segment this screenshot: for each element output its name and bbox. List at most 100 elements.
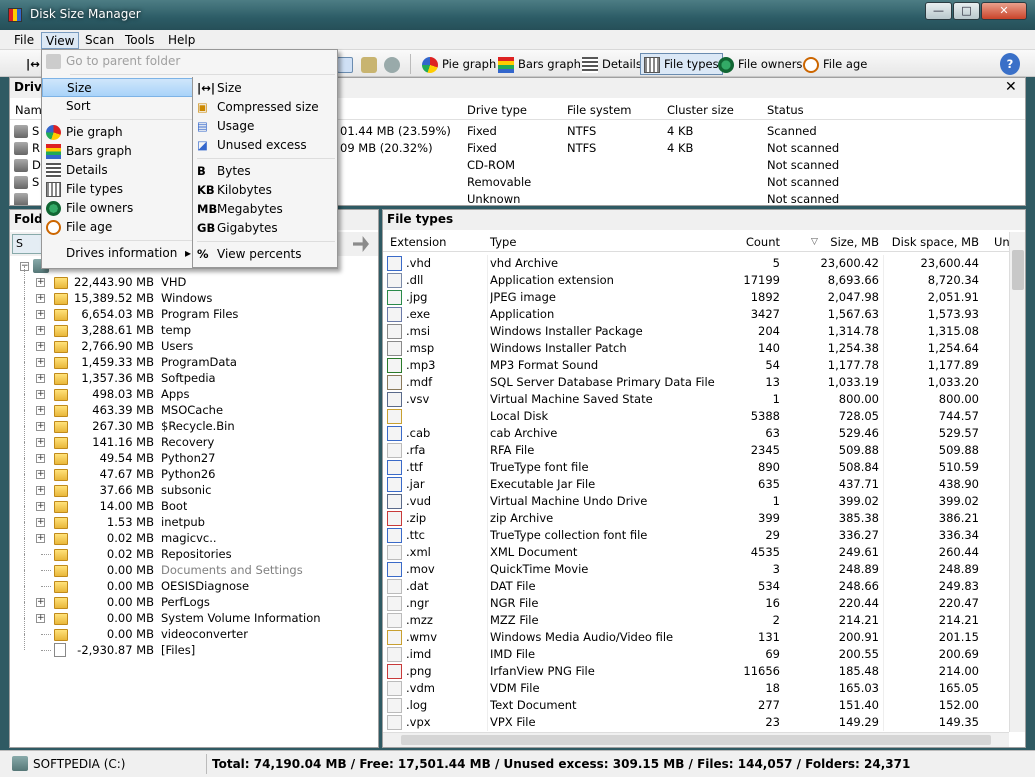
toolbar-pie-graph[interactable]: Pie graph [418, 53, 500, 75]
menu-view[interactable]: View [41, 32, 80, 49]
filetype-row[interactable]: .vdm VDM File 18 165.03 165.05 [383, 680, 1009, 697]
expand-icon[interactable]: + [36, 326, 45, 335]
expand-icon[interactable]: + [36, 406, 45, 415]
vscroll-thumb[interactable] [1012, 250, 1024, 290]
filetype-row[interactable]: .ngr NGR File 16 220.44 220.47 [383, 595, 1009, 612]
expand-icon[interactable]: + [36, 534, 45, 543]
filetype-row[interactable]: Local Disk 5388 728.05 744.57 [383, 408, 1009, 425]
submenu-bytes[interactable]: B Bytes [193, 162, 337, 181]
col-extension[interactable]: Extension [390, 235, 446, 249]
expand-icon[interactable]: + [36, 342, 45, 351]
expand-icon[interactable]: + [36, 470, 45, 479]
folder-row[interactable]: +1,459.33 MB ProgramData [10, 346, 378, 370]
expand-icon[interactable]: + [36, 454, 45, 463]
folder-row[interactable]: 0.00 MB videoconverter [10, 618, 378, 642]
filetype-row[interactable]: .mdf SQL Server Database Primary Data Fil… [383, 374, 1009, 391]
expand-icon[interactable]: + [36, 310, 45, 319]
folder-row[interactable]: +0.02 MB magicvc.. [10, 522, 378, 546]
submenu-kilobytes[interactable]: KB Kilobytes [193, 181, 337, 200]
folder-row[interactable]: -2,930.87 MB [Files] [10, 634, 378, 658]
folder-row[interactable]: +267.30 MB $Recycle.Bin [10, 410, 378, 434]
folder-row[interactable]: +14.00 MB Boot [10, 490, 378, 514]
filetype-row[interactable]: .xml XML Document 4535 249.61 260.44 [383, 544, 1009, 561]
filetypes-hscroll[interactable] [383, 732, 1009, 747]
submenu-view-percents[interactable]: % View percents [193, 245, 337, 264]
filetype-row[interactable]: .zip zip Archive 399 385.38 386.21 [383, 510, 1009, 527]
close-drives-icon[interactable]: ✕ [1005, 79, 1017, 95]
expand-icon[interactable]: + [36, 358, 45, 367]
filetype-row[interactable]: .dll Application extension 17199 8,693.66 8,… [383, 272, 1009, 289]
folder-row[interactable]: +1,357.36 MB Softpedia [10, 362, 378, 386]
help-icon[interactable]: ? [1000, 53, 1020, 75]
folder-row[interactable]: +15,389.52 MB Windows [10, 282, 378, 306]
filetype-row[interactable]: .log Text Document 277 151.40 152.00 [383, 697, 1009, 714]
filetype-row[interactable]: .msi Windows Installer Package 204 1,314.78… [383, 323, 1009, 340]
toolbar-bars-graph[interactable]: Bars graph [494, 53, 585, 75]
expand-icon[interactable]: + [36, 390, 45, 399]
toolbar-file-owners[interactable]: File owners [714, 53, 806, 75]
expand-icon[interactable]: + [36, 374, 45, 383]
submenu-unused-excess[interactable]: ◪ Unused excess [193, 136, 337, 155]
submenu-compressed-size[interactable]: ▣ Compressed size [193, 98, 337, 117]
expand-icon[interactable]: + [36, 502, 45, 511]
folder-row[interactable]: +0.00 MB System Volume Information [10, 602, 378, 626]
expand-icon[interactable]: + [36, 438, 45, 447]
expand-icon[interactable]: + [36, 598, 45, 607]
filetype-row[interactable]: .mzz MZZ File 2 214.21 214.21 [383, 612, 1009, 629]
col-drive-type[interactable]: Drive type [467, 103, 527, 117]
menu-tools[interactable]: Tools [121, 32, 159, 49]
filetypes-vscroll[interactable] [1009, 232, 1025, 732]
submenu-gigabytes[interactable]: GB Gigabytes [193, 219, 337, 238]
expand-icon[interactable]: + [36, 422, 45, 431]
filetype-row[interactable]: .msp Windows Installer Patch 140 1,254.38 1,… [383, 340, 1009, 357]
col-disk-space[interactable]: Disk space, MB [883, 235, 979, 249]
drive-select-button[interactable]: S [12, 234, 42, 254]
expand-icon[interactable]: + [36, 518, 45, 527]
folder-row[interactable]: +0.00 MB PerfLogs [10, 586, 378, 610]
menu-help[interactable]: Help [164, 32, 199, 49]
filetype-row[interactable]: .mp3 MP3 Format Sound 54 1,177.78 1,177.89 [383, 357, 1009, 374]
expand-icon[interactable]: + [36, 278, 45, 287]
expand-icon[interactable]: + [36, 486, 45, 495]
expand-icon[interactable]: + [36, 294, 45, 303]
filetype-row[interactable]: .exe Application 3427 1,567.63 1,573.93 [383, 306, 1009, 323]
filetype-row[interactable]: .imd IMD File 69 200.55 200.69 [383, 646, 1009, 663]
filetype-row[interactable]: .vpx VPX File 23 149.29 149.35 [383, 714, 1009, 731]
folder-row[interactable]: +463.39 MB MSOCache [10, 394, 378, 418]
menu-go-parent[interactable]: Go to parent folder [42, 52, 337, 71]
folder-row[interactable]: +22,443.90 MB VHD [10, 266, 378, 290]
menu-file[interactable]: File [10, 32, 38, 49]
folder-row[interactable]: +49.54 MB Python27 [10, 442, 378, 466]
col-unused[interactable]: Un [994, 235, 1010, 249]
col-status[interactable]: Status [767, 103, 804, 117]
submenu-megabytes[interactable]: MBMegabytes [193, 200, 337, 219]
col-count[interactable]: Count [723, 235, 780, 249]
forward-arrow-icon[interactable] [353, 236, 369, 252]
folder-row[interactable]: +141.16 MB Recovery [10, 426, 378, 450]
folder-row[interactable]: +47.67 MB Python26 [10, 458, 378, 482]
filetype-row[interactable]: .vud Virtual Machine Undo Drive 1 399.02 399… [383, 493, 1009, 510]
filetype-row[interactable]: .ttc TrueType collection font file 29 336.2… [383, 527, 1009, 544]
folder-row[interactable]: +37.66 MB subsonic [10, 474, 378, 498]
col-file-system[interactable]: File system [567, 103, 631, 117]
toolbar-file-types[interactable]: File types [640, 53, 723, 75]
folder-row[interactable]: 0.02 MB Repositories [10, 538, 378, 562]
maximize-button[interactable]: □ [953, 2, 980, 20]
folder-row[interactable]: +6,654.03 MB Program Files [10, 298, 378, 322]
filetype-row[interactable]: .cab cab Archive 63 529.46 529.57 [383, 425, 1009, 442]
filetype-row[interactable]: .wmv Windows Media Audio/Video file 131 200… [383, 629, 1009, 646]
filetype-row[interactable]: .jar Executable Jar File 635 437.71 438.90 [383, 476, 1009, 493]
folder-row[interactable]: 0.00 MB Documents and Settings [10, 554, 378, 578]
filetype-row[interactable]: .vhd vhd Archive 5 23,600.42 23,600.44 [383, 255, 1009, 272]
col-cluster-size[interactable]: Cluster size [667, 103, 734, 117]
toolbar-details[interactable]: Details [578, 53, 646, 75]
filetype-row[interactable]: .jpg JPEG image 1892 2,047.98 2,051.91 [383, 289, 1009, 306]
minimize-button[interactable]: — [925, 2, 952, 20]
close-button[interactable]: ✕ [981, 2, 1027, 20]
submenu-size[interactable]: |↔| Size [193, 79, 337, 98]
toolbar-file-age[interactable]: File age [799, 53, 871, 75]
filetype-row[interactable]: .dat DAT File 534 248.66 249.83 [383, 578, 1009, 595]
filetype-row[interactable]: .rfa RFA File 2345 509.88 509.88 [383, 442, 1009, 459]
folder-row[interactable]: +3,288.61 MB temp [10, 314, 378, 338]
submenu-usage[interactable]: ▤ Usage [193, 117, 337, 136]
